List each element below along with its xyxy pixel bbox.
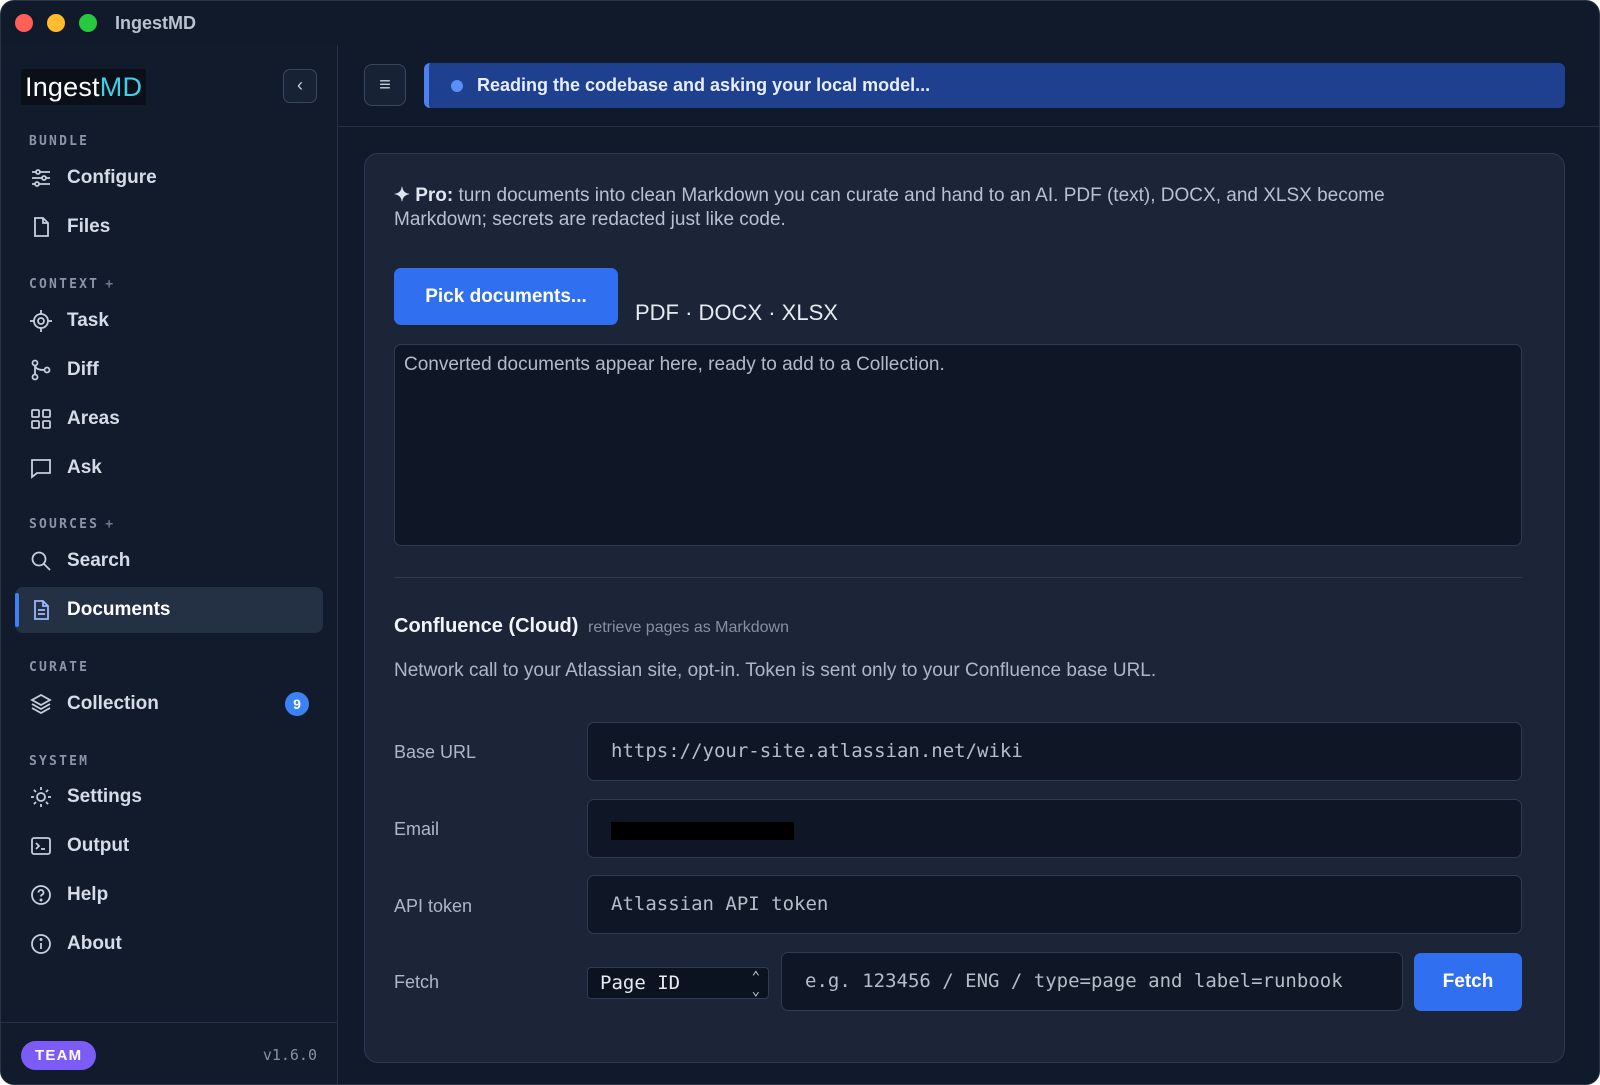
- pro-label: ✦ Pro:: [394, 185, 454, 206]
- converted-documents-area[interactable]: Converted documents appear here, ready t…: [394, 344, 1522, 546]
- sidebar-item-ask[interactable]: Ask: [15, 445, 323, 491]
- sidebar-item-diff[interactable]: Diff: [15, 347, 323, 393]
- email-label: Email: [394, 819, 440, 839]
- section-label-bundle: BUNDLE: [29, 134, 90, 149]
- status-text: Reading the codebase and asking your loc…: [477, 75, 931, 95]
- pro-text: turn documents into clean Markdown you c…: [394, 185, 1385, 230]
- sidebar-item-label: Search: [67, 550, 131, 571]
- sidebar-item-settings[interactable]: Settings: [15, 774, 323, 820]
- main-panel: ≡ Reading the codebase and asking your l…: [338, 45, 1599, 1084]
- base-url-field[interactable]: https://your-site.atlassian.net/wiki: [587, 722, 1522, 781]
- sidebar-item-label: Areas: [67, 408, 120, 429]
- sidebar-item-search[interactable]: Search: [15, 538, 323, 584]
- menu-button[interactable]: ≡: [364, 64, 406, 106]
- document-icon: [29, 598, 53, 622]
- fetch-label: Fetch: [394, 972, 440, 992]
- sidebar-footer: TEAM v1.6.0: [1, 1022, 337, 1084]
- sidebar-item-help[interactable]: Help: [15, 872, 323, 918]
- status-banner: Reading the codebase and asking your loc…: [424, 63, 1565, 108]
- supported-formats: PDF · DOCX · XLSX: [635, 300, 838, 325]
- title-bar: IngestMD: [1, 1, 1599, 45]
- help-circle-icon: [29, 883, 53, 907]
- zoom-window-button[interactable]: [79, 14, 97, 32]
- layers-icon: [29, 692, 53, 716]
- divider: [394, 577, 1522, 578]
- sidebar-item-about[interactable]: About: [15, 921, 323, 967]
- fetch-query-input[interactable]: e.g. 123456 / ENG / type=page and label=…: [781, 952, 1403, 1011]
- fetch-button[interactable]: Fetch: [1414, 953, 1522, 1011]
- git-branch-icon: [29, 358, 53, 382]
- grid-icon: [29, 407, 53, 431]
- terminal-icon: [29, 834, 53, 858]
- sidebar-item-documents[interactable]: Documents: [15, 587, 323, 633]
- fetch-mode-select[interactable]: Page ID ⌃ ⌄: [587, 967, 769, 999]
- file-icon: [29, 215, 53, 239]
- sidebar-item-label: Files: [67, 216, 111, 237]
- chevron-left-icon: ‹: [297, 75, 303, 95]
- plan-badge: TEAM: [21, 1041, 97, 1070]
- documents-card: ✦ Pro: turn documents into clean Markdow…: [364, 153, 1565, 1063]
- top-bar: ≡ Reading the codebase and asking your l…: [338, 45, 1599, 127]
- collapse-sidebar-button[interactable]: ‹: [283, 69, 317, 103]
- logo-row: IngestMD ‹: [21, 69, 317, 107]
- email-field[interactable]: [587, 799, 1522, 858]
- api-token-label: API token: [394, 896, 473, 916]
- sidebar-item-label: Task: [67, 310, 109, 331]
- sun-gear-icon: [29, 785, 53, 809]
- hamburger-icon: ≡: [379, 74, 391, 96]
- collection-count-badge: 9: [285, 692, 309, 716]
- sidebar-item-label: Settings: [67, 786, 142, 807]
- sliders-icon: [29, 166, 53, 190]
- sidebar-item-label: Configure: [67, 167, 157, 188]
- pick-documents-button[interactable]: Pick documents...: [394, 268, 618, 325]
- chevron-up-down-icon: ⌃ ⌄: [751, 969, 760, 999]
- sidebar-item-task[interactable]: Task: [15, 298, 323, 344]
- redacted-email: [611, 822, 794, 840]
- sidebar-item-label: Diff: [67, 359, 99, 380]
- sidebar-item-label: About: [67, 933, 122, 954]
- sidebar: IngestMD ‹ BUNDLE Configure Files CONTEX…: [1, 45, 338, 1084]
- confluence-subtitle: retrieve pages as Markdown: [588, 619, 789, 636]
- base-url-label: Base URL: [394, 742, 477, 762]
- sidebar-item-label: Help: [67, 884, 109, 905]
- section-label-system: SYSTEM: [29, 754, 90, 769]
- sidebar-item-output[interactable]: Output: [15, 823, 323, 869]
- window-title: IngestMD: [115, 12, 196, 33]
- status-dot-icon: [451, 79, 463, 92]
- app-logo: IngestMD: [21, 69, 147, 105]
- sidebar-item-files[interactable]: Files: [15, 204, 323, 250]
- confluence-heading: Confluence (Cloud) retrieve pages as Mar…: [394, 615, 789, 637]
- info-icon: [29, 932, 53, 956]
- sidebar-item-label: Ask: [67, 457, 102, 478]
- api-token-field[interactable]: Atlassian API token: [587, 875, 1522, 934]
- version-label: v1.6.0: [262, 1046, 317, 1064]
- confluence-description: Network call to your Atlassian site, opt…: [394, 660, 1157, 681]
- minimize-window-button[interactable]: [47, 14, 65, 32]
- section-label-curate: CURATE: [29, 660, 90, 675]
- sidebar-item-label: Documents: [67, 599, 171, 620]
- sidebar-item-label: Collection: [67, 693, 159, 714]
- converted-documents-placeholder: Converted documents appear here, ready t…: [404, 354, 945, 375]
- search-icon: [29, 549, 53, 573]
- close-window-button[interactable]: [15, 14, 33, 32]
- fetch-mode-value: Page ID: [600, 972, 681, 994]
- target-icon: [29, 309, 53, 333]
- sidebar-item-areas[interactable]: Areas: [15, 396, 323, 442]
- sidebar-item-configure[interactable]: Configure: [15, 155, 323, 201]
- pro-description: ✦ Pro: turn documents into clean Markdow…: [394, 184, 1474, 232]
- app-window: IngestMD IngestMD ‹ BUNDLE Configure Fil…: [0, 0, 1600, 1085]
- section-label-sources: SOURCES +: [29, 517, 114, 532]
- chat-bubble-icon: [29, 456, 53, 480]
- section-label-context: CONTEXT +: [29, 277, 114, 292]
- sidebar-item-collection[interactable]: Collection 9: [15, 681, 323, 727]
- sidebar-item-label: Output: [67, 835, 130, 856]
